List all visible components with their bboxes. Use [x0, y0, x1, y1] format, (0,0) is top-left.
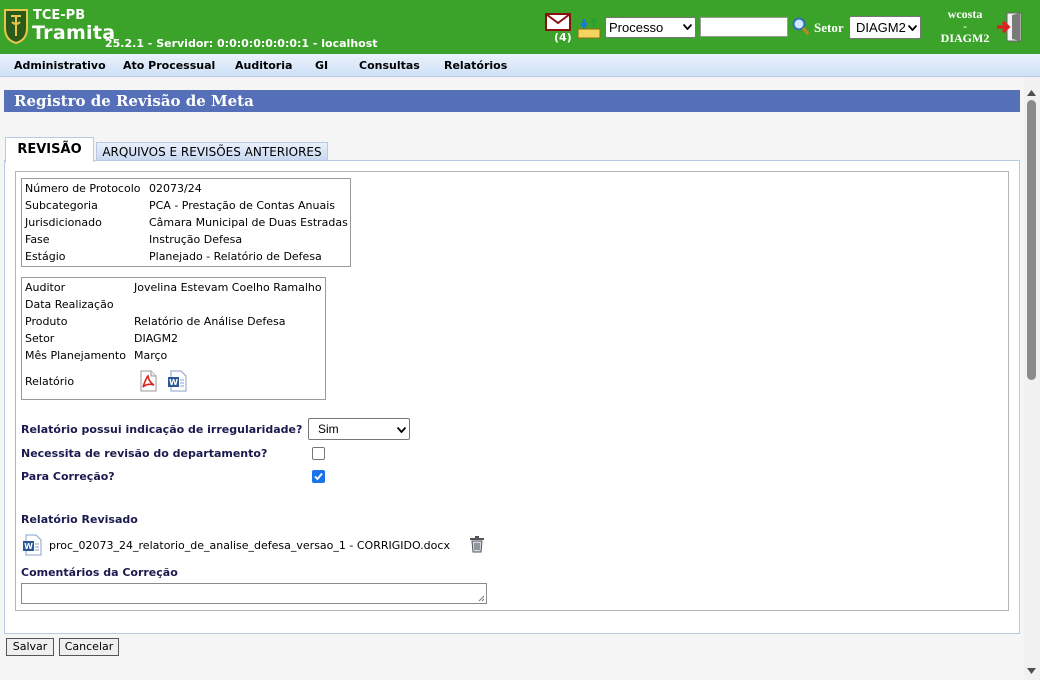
mail-count[interactable]: (4) — [554, 31, 572, 44]
revisao-departamento-checkbox[interactable] — [312, 447, 325, 460]
setor-detail-value: DIAGM2 — [134, 332, 179, 345]
irregularidade-select-value: Sim — [318, 422, 339, 436]
scrollbar-thumb[interactable] — [1027, 100, 1036, 380]
scroll-up-icon[interactable] — [1026, 89, 1037, 97]
setor-select[interactable]: DIAGM2 — [849, 16, 921, 39]
estagio-value: Planejado - Relatório de Defesa — [149, 250, 322, 263]
auditor-label: Auditor — [25, 281, 66, 294]
search-type-select[interactable]: Processo — [605, 17, 696, 38]
svg-text:W: W — [24, 542, 33, 551]
search-icon[interactable] — [792, 17, 810, 36]
checkmark-icon — [314, 472, 323, 481]
relatorio-label: Relatório — [25, 375, 75, 388]
protocol-value: 02073/24 — [149, 182, 202, 195]
user-setor: DIAGM2 — [940, 31, 990, 45]
subcategoria-label: Subcategoria — [25, 199, 98, 212]
setor-label: Setor — [814, 20, 844, 35]
org-name: TCE-PB — [33, 8, 86, 23]
scroll-down-icon[interactable] — [1026, 667, 1037, 675]
page-title: Registro de Revisão de Meta — [4, 90, 1020, 112]
produto-label: Produto — [25, 315, 68, 328]
data-realizacao-label: Data Realização — [25, 298, 114, 311]
trash-icon[interactable] — [469, 536, 485, 553]
svg-text:W: W — [169, 378, 178, 387]
resize-handle-icon[interactable] — [478, 595, 485, 602]
search-type-value: Processo — [609, 20, 664, 35]
tab-revisao[interactable]: REVISÃO — [5, 137, 94, 162]
jurisdicionado-label: Jurisdicionado — [25, 216, 102, 229]
comentarios-label: Comentários da Correção — [21, 566, 178, 579]
auditor-value: Jovelina Estevam Coelho Ramalho — [134, 281, 322, 294]
jurisdicionado-value: Câmara Municipal de Duas Estradas — [149, 216, 348, 229]
main-menu: Administrativo Ato Processual Auditoria … — [0, 54, 1040, 77]
produto-value: Relatório de Análise Defesa — [134, 315, 286, 328]
revised-file-name[interactable]: proc_02073_24_relatorio_de_analise_defes… — [49, 539, 450, 552]
menu-relatorios[interactable]: Relatórios — [444, 59, 507, 72]
inbox-download-icon[interactable] — [577, 17, 601, 39]
setor-detail-label: Setor — [25, 332, 55, 345]
search-input[interactable] — [700, 17, 788, 37]
estagio-label: Estágio — [25, 250, 66, 263]
menu-administrativo[interactable]: Administrativo — [14, 59, 106, 72]
mes-planejamento-label: Mês Planejamento — [25, 349, 126, 362]
user-info: wcosta - DIAGM2 — [938, 8, 992, 44]
pdf-file-icon[interactable] — [137, 370, 159, 392]
para-correcao-label: Para Correção? — [21, 470, 115, 483]
para-correcao-checkbox[interactable] — [312, 470, 325, 483]
chevron-down-icon — [397, 427, 406, 433]
subcategoria-value: PCA - Prestação de Contas Anuais — [149, 199, 335, 212]
cancel-button[interactable]: Cancelar — [59, 638, 119, 656]
chevron-down-icon — [908, 25, 917, 31]
word-file-icon[interactable]: W — [167, 370, 189, 392]
menu-ato-processual[interactable]: Ato Processual — [123, 59, 215, 72]
version-info: 25.2.1 - Servidor: 0:0:0:0:0:0:0:1 - loc… — [105, 37, 378, 50]
tce-logo-icon — [4, 9, 28, 44]
relatorio-revisado-label: Relatório Revisado — [21, 513, 138, 526]
app-header: TCE-PB Tramita 25.2.1 - Servidor: 0:0:0:… — [0, 0, 1040, 54]
menu-consultas[interactable]: Consultas — [359, 59, 420, 72]
protocol-label: Número de Protocolo — [25, 182, 141, 195]
comentarios-textarea[interactable] — [21, 583, 487, 604]
fase-value: Instrução Defesa — [149, 233, 243, 246]
setor-select-value: DIAGM2 — [856, 20, 906, 35]
irregularidade-label: Relatório possui indicação de irregulari… — [21, 423, 303, 436]
chevron-down-icon — [683, 24, 692, 30]
mail-icon[interactable] — [545, 13, 571, 31]
fase-label: Fase — [25, 233, 50, 246]
save-button[interactable]: Salvar — [6, 638, 54, 656]
word-file-icon[interactable]: W — [22, 534, 44, 556]
menu-auditoria[interactable]: Auditoria — [235, 59, 292, 72]
irregularidade-select[interactable]: Sim — [308, 418, 410, 440]
mes-planejamento-value: Março — [134, 349, 168, 362]
revisao-departamento-label: Necessita de revisão do departamento? — [21, 447, 268, 460]
app-name: Tramita — [32, 22, 116, 44]
tab-arquivos-revisoes[interactable]: ARQUIVOS E REVISÕES ANTERIORES — [96, 142, 328, 161]
logout-icon[interactable] — [996, 12, 1022, 42]
menu-gi[interactable]: GI — [315, 59, 328, 72]
